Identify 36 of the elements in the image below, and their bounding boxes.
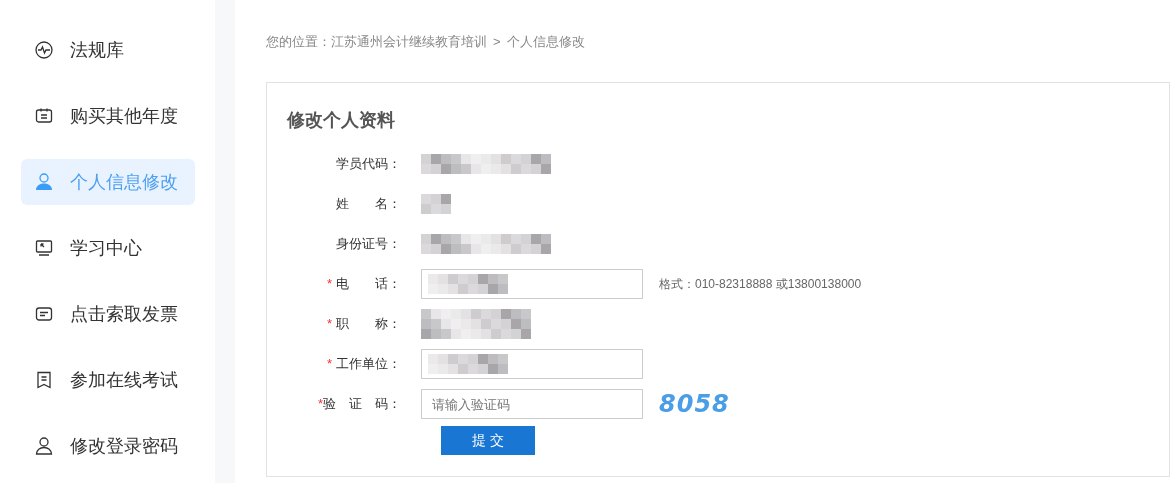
blurred-value xyxy=(421,194,451,214)
field-label: 学员代码： xyxy=(336,155,401,174)
breadcrumb-separator: > xyxy=(493,33,501,52)
input-field[interactable] xyxy=(421,349,643,379)
field-label: 电 话： xyxy=(336,275,401,294)
breadcrumb-label: 您的位置： xyxy=(266,33,331,52)
submit-button[interactable]: 提 交 xyxy=(441,426,535,455)
captcha-field[interactable]: 请输入验证码 xyxy=(421,389,643,419)
field-label: 工作单位： xyxy=(336,355,401,374)
sidebar-item[interactable]: 参加在线考试 xyxy=(21,357,195,403)
sidebar-item[interactable]: 修改登录密码 xyxy=(21,423,195,469)
required-mark: * xyxy=(326,355,332,374)
required-mark: * xyxy=(326,315,332,334)
sidebar-item[interactable]: 购买其他年度 xyxy=(21,93,195,139)
sidebar-item[interactable]: 点击索取发票 xyxy=(21,291,195,337)
monitor-icon xyxy=(34,238,54,258)
captcha-image: 8058 xyxy=(659,389,730,420)
user-icon xyxy=(34,436,54,456)
field-label: 姓 名： xyxy=(336,195,401,214)
user-icon xyxy=(34,172,54,192)
message-icon xyxy=(34,304,54,324)
breadcrumb-link[interactable]: 个人信息修改 xyxy=(506,32,585,52)
sidebar-item[interactable]: 法规库 xyxy=(21,27,195,73)
required-mark: * xyxy=(317,395,323,414)
field-label: 验 证 码： xyxy=(323,395,401,414)
sidebar-item[interactable]: 学习中心 xyxy=(21,225,195,271)
breadcrumb-link[interactable]: 江苏通州会计继续教育培训 xyxy=(331,32,487,52)
pulse-icon xyxy=(34,40,54,60)
bookmark-icon xyxy=(34,370,54,390)
field-label: 身份证号： xyxy=(336,235,401,254)
input-field[interactable] xyxy=(421,269,643,299)
format-hint: 格式：010-82318888 或13800138000 xyxy=(659,276,862,293)
required-mark: * xyxy=(326,275,332,294)
form-title: 修改个人资料 xyxy=(287,109,396,132)
field-label: 职 称： xyxy=(336,315,401,334)
calendar-icon xyxy=(34,106,54,126)
